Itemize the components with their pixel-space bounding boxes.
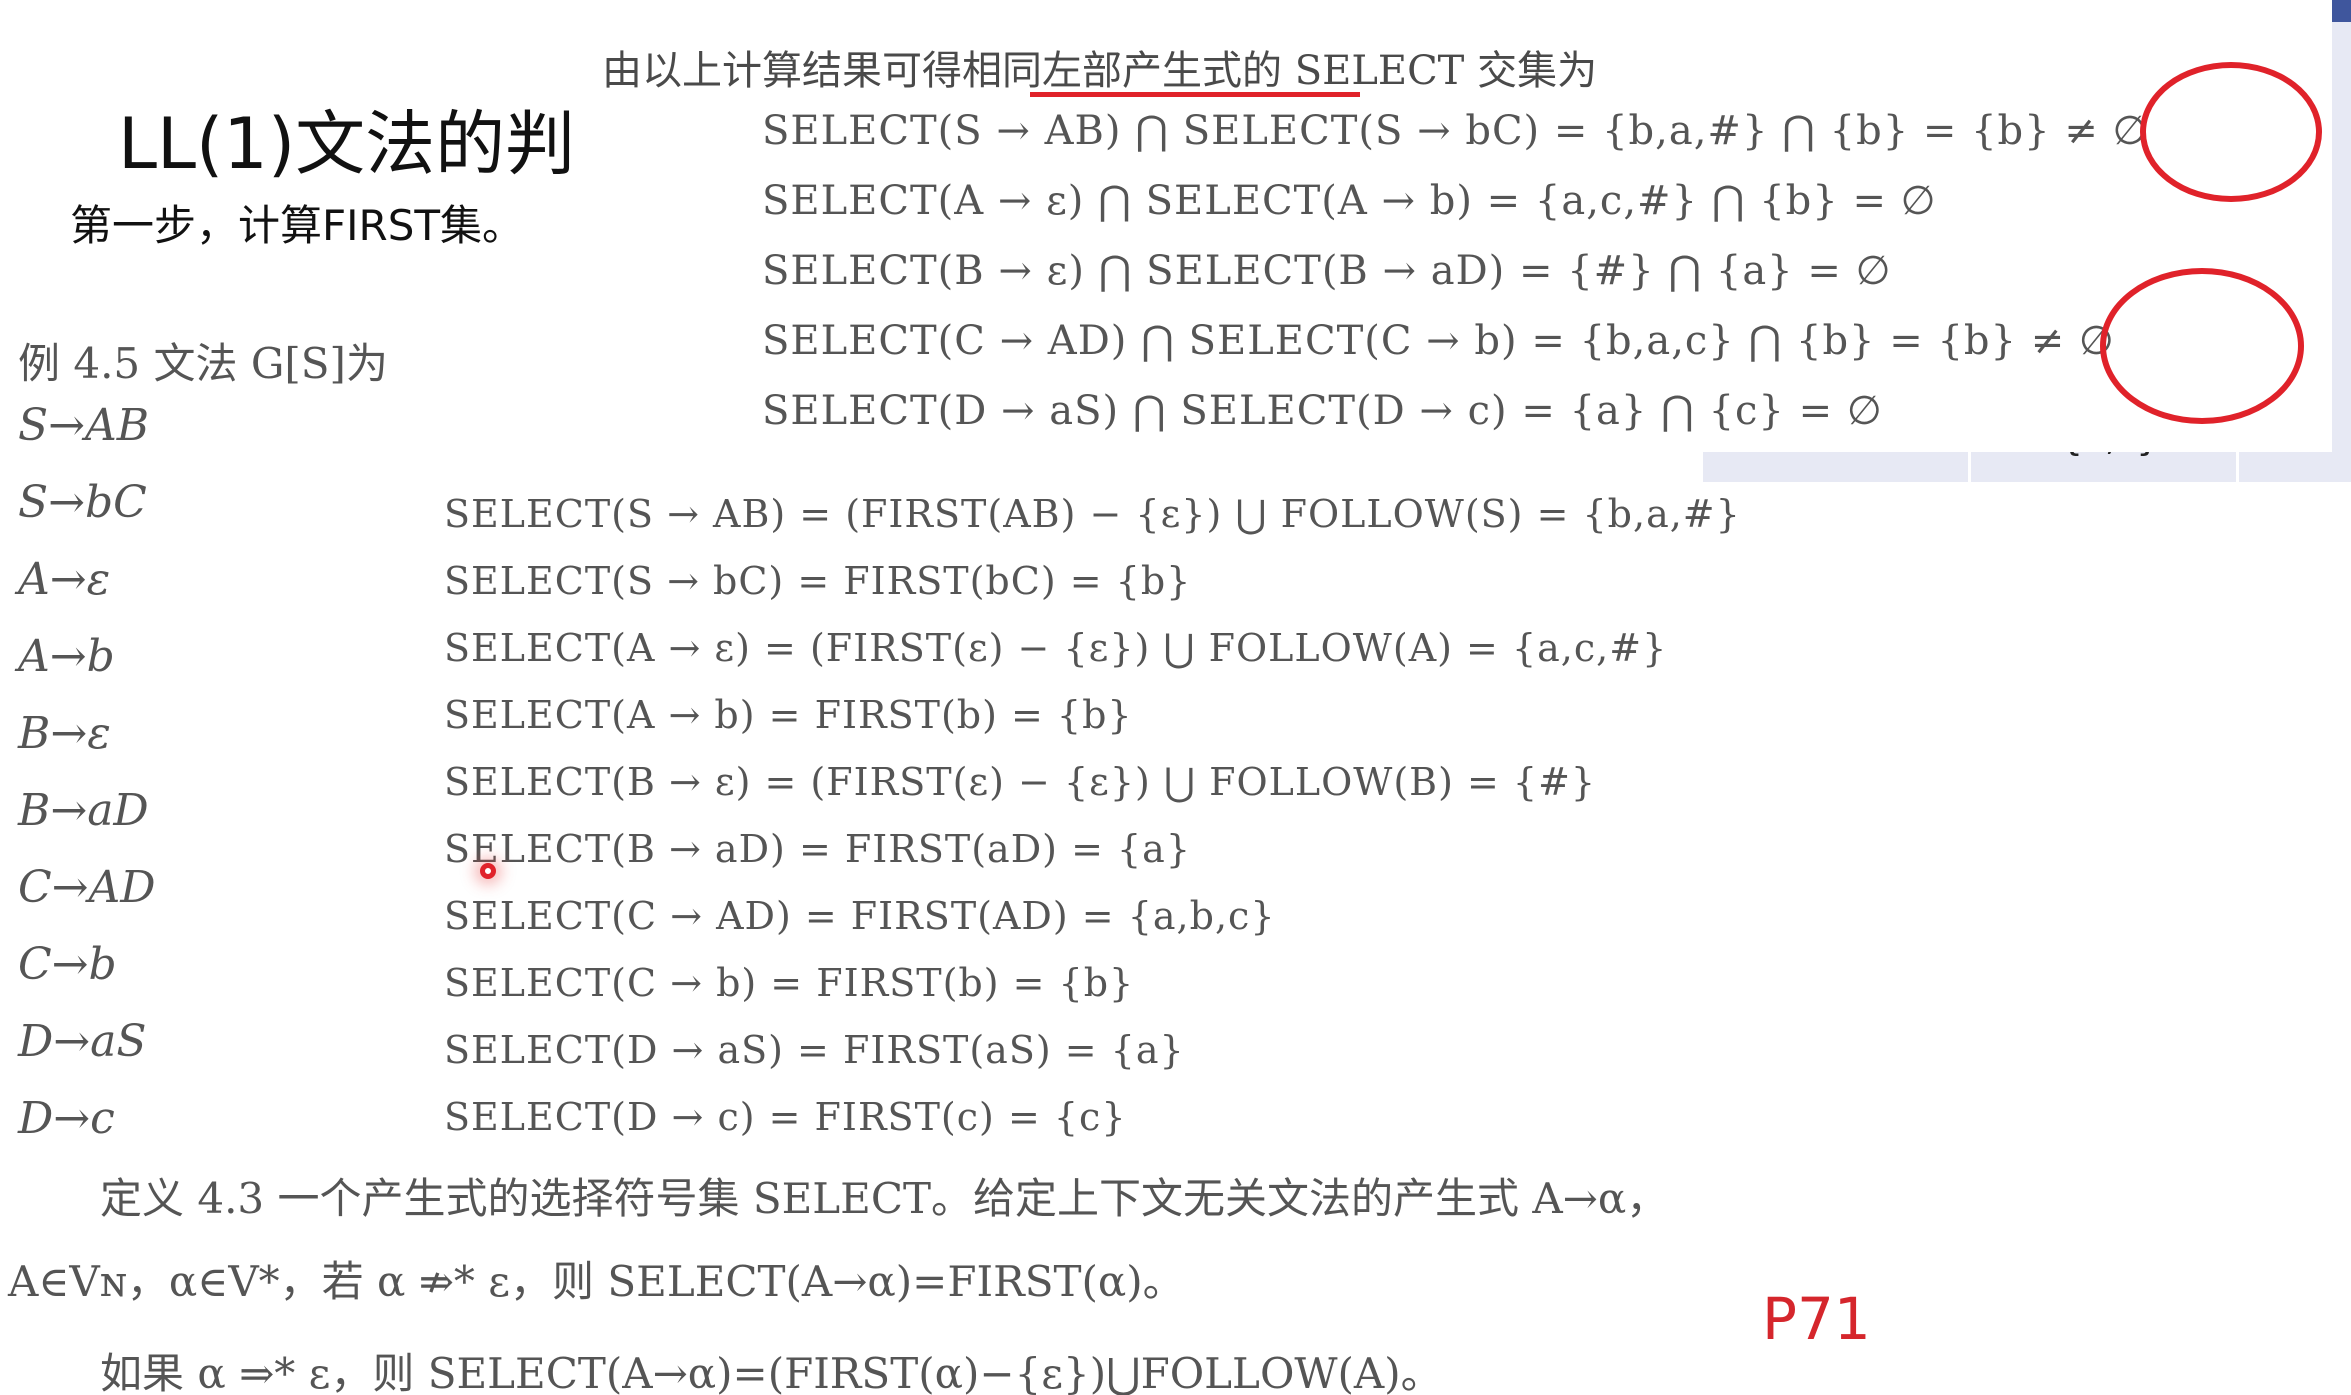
intersection-line: SELECT(A → ε) ⋂ SELECT(A → b) = {a,c,#} … bbox=[762, 178, 1937, 224]
header-underline bbox=[1030, 92, 1360, 97]
production: A→b bbox=[18, 631, 115, 682]
production: D→aS bbox=[18, 1016, 147, 1067]
production: C→b bbox=[18, 939, 117, 990]
highlight-circle bbox=[2100, 268, 2304, 424]
overlay-header: 由以上计算结果可得相同左部产生式的 SELECT 交集为 bbox=[602, 48, 1598, 94]
definition-line-2: A∈Vɴ，α∈V*，若 α ⇏* ε，则 SELECT(A→α)=FIRST(α… bbox=[8, 1257, 1185, 1306]
select-line: SELECT(S → bC) = FIRST(bC) = {b} bbox=[444, 559, 1192, 603]
slide-step-text: 第一步，计算FIRST集。 bbox=[70, 201, 525, 250]
production: S→bC bbox=[18, 477, 147, 528]
production: A→ε bbox=[18, 554, 111, 605]
page-reference: P71 bbox=[1762, 1285, 1871, 1353]
select-line: SELECT(S → AB) = (FIRST(AB) − {ε}) ⋃ FOL… bbox=[444, 492, 1741, 536]
select-line: SELECT(D → aS) = FIRST(aS) = {a} bbox=[444, 1028, 1185, 1072]
select-line: SELECT(B → ε) = (FIRST(ε) − {ε}) ⋃ FOLLO… bbox=[444, 760, 1597, 804]
slide-title: LL(1)文法的判 bbox=[118, 103, 576, 185]
select-line: SELECT(C → AD) = FIRST(AD) = {a,b,c} bbox=[444, 894, 1276, 938]
select-line: SELECT(B → aD) = FIRST(aD) = {a} bbox=[444, 827, 1192, 871]
intersection-line: SELECT(S → AB) ⋂ SELECT(S → bC) = {b,a,#… bbox=[762, 108, 2149, 154]
production: C→AD bbox=[18, 862, 156, 913]
select-line: SELECT(A → ε) = (FIRST(ε) − {ε}) ⋃ FOLLO… bbox=[444, 626, 1668, 670]
production: S→AB bbox=[18, 400, 150, 451]
intersection-line: SELECT(D → aS) ⋂ SELECT(D → c) = {a} ⋂ {… bbox=[762, 388, 1883, 434]
intersection-line: SELECT(C → AD) ⋂ SELECT(C → b) = {b,a,c}… bbox=[762, 318, 2115, 364]
production: D→c bbox=[18, 1093, 115, 1144]
definition-line-1: 定义 4.3 一个产生式的选择符号集 SELECT。给定上下文无关文法的产生式 … bbox=[100, 1174, 1669, 1223]
intersection-line: SELECT(B → ε) ⋂ SELECT(B → aD) = {#} ⋂ {… bbox=[762, 248, 1892, 294]
production: B→aD bbox=[18, 785, 149, 836]
pointer-cursor bbox=[480, 863, 496, 879]
example-label: 例 4.5 文法 G[S]为 bbox=[18, 339, 388, 388]
definition-line-3: 如果 α ⇒* ε，则 SELECT(A→α)=(FIRST(α)−{ε})⋃F… bbox=[100, 1349, 1443, 1395]
select-line: SELECT(C → b) = FIRST(b) = {b} bbox=[444, 961, 1135, 1005]
select-line: SELECT(A → b) = FIRST(b) = {b} bbox=[444, 693, 1133, 737]
select-line: SELECT(D → c) = FIRST(c) = {c} bbox=[444, 1095, 1127, 1139]
highlight-circle bbox=[2140, 62, 2322, 202]
production: B→ε bbox=[18, 708, 111, 759]
